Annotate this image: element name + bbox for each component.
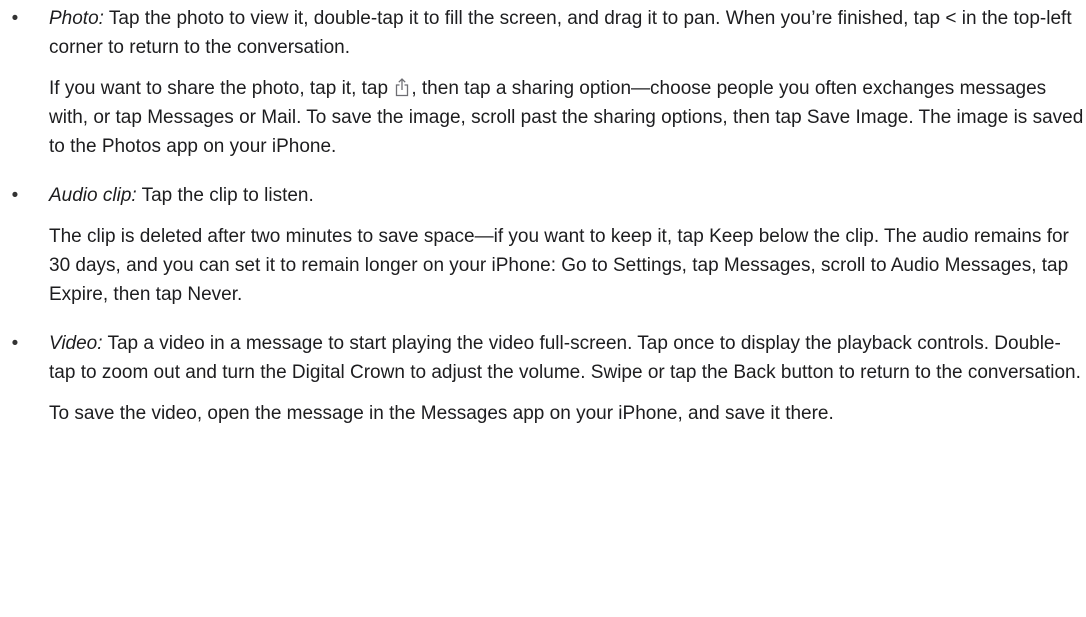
video-description: Video: Tap a video in a message to start… bbox=[49, 329, 1086, 387]
bullet: • bbox=[11, 8, 19, 29]
photo-description: Photo: Tap the photo to view it, double-… bbox=[49, 4, 1086, 62]
bullet: • bbox=[11, 333, 19, 354]
help-article-content: • Photo: Tap the photo to view it, doubl… bbox=[0, 0, 1086, 428]
list-item-photo: • Photo: Tap the photo to view it, doubl… bbox=[0, 0, 1086, 161]
share-icon bbox=[394, 77, 410, 97]
term-audio-clip: Audio clip: bbox=[49, 185, 137, 206]
audio-text: Tap the clip to listen. bbox=[136, 185, 314, 206]
audio-description: Audio clip: Tap the clip to listen. bbox=[49, 181, 1086, 210]
video-text: Tap a video in a message to start playin… bbox=[49, 333, 1081, 383]
photo-share-instructions: If you want to share the photo, tap it, … bbox=[49, 74, 1086, 161]
audio-keep-instructions: The clip is deleted after two minutes to… bbox=[49, 226, 1069, 305]
video-save-instructions: To save the video, open the message in t… bbox=[49, 403, 834, 424]
bullet: • bbox=[11, 185, 19, 206]
photo-text: Tap the photo to view it, double-tap it … bbox=[49, 8, 1072, 58]
list-item-audio-clip: • Audio clip: Tap the clip to listen. Th… bbox=[0, 181, 1086, 309]
term-photo: Photo: bbox=[49, 8, 104, 29]
photo-share-text-before: If you want to share the photo, tap it, … bbox=[49, 78, 394, 99]
list-item-video: • Video: Tap a video in a message to sta… bbox=[0, 329, 1086, 428]
term-video: Video: bbox=[49, 333, 103, 354]
